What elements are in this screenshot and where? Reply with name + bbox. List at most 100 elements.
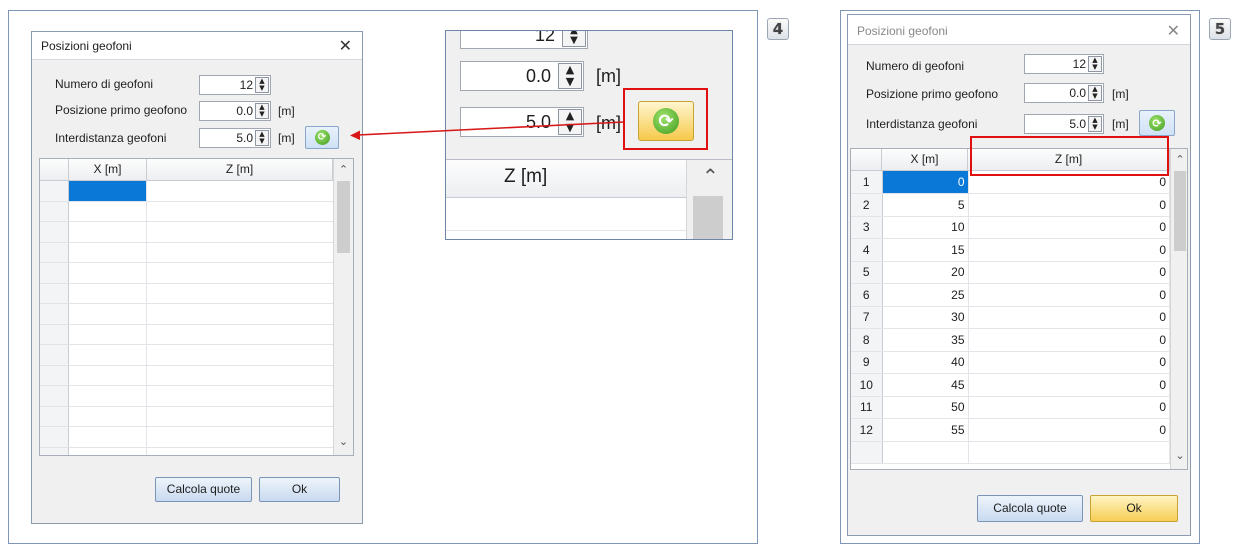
grid-cell-x[interactable]: [69, 365, 147, 385]
table-row[interactable]: [40, 304, 333, 325]
close-icon[interactable]: ✕: [1167, 21, 1180, 40]
grid-cell-x[interactable]: [69, 263, 147, 283]
grid-cell-x[interactable]: 20: [882, 261, 969, 284]
row-number[interactable]: 10: [851, 373, 883, 397]
grid-cell-z[interactable]: 0: [968, 283, 1170, 307]
geophone-grid[interactable]: X [m] Z [m] ⌃ ⌄: [39, 158, 354, 456]
row-header-cell[interactable]: [40, 201, 69, 221]
refresh-button[interactable]: ⟳: [305, 126, 339, 149]
grid-cell-x[interactable]: [69, 304, 147, 324]
grid-cell-x[interactable]: [69, 222, 147, 242]
table-row[interactable]: [40, 447, 333, 455]
grid-cell-x[interactable]: 25: [882, 283, 969, 307]
grid-cell-x[interactable]: 55: [882, 418, 969, 442]
table-row[interactable]: [40, 283, 333, 304]
calc-heights-button[interactable]: Calcola quote: [155, 477, 252, 502]
table-row[interactable]: [40, 181, 333, 202]
table-row[interactable]: [40, 201, 333, 222]
grid-header-z[interactable]: Z [m]: [147, 159, 333, 181]
grid-cell-x[interactable]: [69, 447, 147, 455]
vertical-scrollbar[interactable]: ⌃ ⌄: [333, 159, 353, 455]
first-position-spinner[interactable]: 0.0 ▲ ▼: [199, 101, 271, 121]
table-row[interactable]: [40, 406, 333, 427]
spinner-arrows-icon[interactable]: ▲ ▼: [1088, 56, 1102, 72]
grid-header-x[interactable]: X [m]: [882, 149, 968, 171]
spinner-arrows-icon[interactable]: ▲ ▼: [255, 103, 269, 119]
grid-cell-x[interactable]: [69, 181, 147, 201]
row-header-cell[interactable]: [40, 181, 69, 201]
grid-cell-x[interactable]: [69, 406, 147, 426]
grid-cell-z[interactable]: 0: [968, 216, 1170, 239]
table-row[interactable]: 9 40 0: [851, 351, 1170, 374]
table-row[interactable]: [40, 222, 333, 243]
grid-cell-x[interactable]: 15: [882, 238, 969, 262]
grid-cell-x[interactable]: [69, 242, 147, 262]
table-row[interactable]: 10 45 0: [851, 373, 1170, 397]
grid-cell-z[interactable]: 0: [968, 261, 1170, 284]
first-position-spinner[interactable]: 0.0 ▲ ▼: [1024, 83, 1104, 103]
spinner-arrows-icon[interactable]: ▲ ▼: [1088, 85, 1102, 101]
scroll-down-icon[interactable]: ⌄: [334, 435, 353, 453]
row-header-cell[interactable]: [40, 406, 69, 426]
table-row[interactable]: [851, 441, 1170, 464]
table-row[interactable]: [40, 324, 333, 345]
spacing-spinner[interactable]: 5.0 ▲ ▼: [199, 128, 271, 148]
grid-cell-x[interactable]: [69, 201, 147, 221]
grid-cell-z[interactable]: 0: [968, 396, 1170, 419]
row-header-cell[interactable]: [40, 345, 69, 365]
table-row[interactable]: 8 35 0: [851, 328, 1170, 352]
spinner-arrows-icon[interactable]: ▲ ▼: [255, 130, 269, 146]
grid-cell-x[interactable]: 45: [882, 373, 969, 397]
grid-cell-z[interactable]: 0: [968, 351, 1170, 374]
count-spinner[interactable]: 12 ▲ ▼: [199, 75, 271, 95]
refresh-button[interactable]: ⟳: [1139, 110, 1175, 136]
table-row[interactable]: [40, 345, 333, 366]
grid-cell-x[interactable]: [69, 345, 147, 365]
grid-cell-x[interactable]: [69, 324, 147, 344]
row-header-cell[interactable]: [40, 263, 69, 283]
row-header-cell[interactable]: [40, 283, 69, 303]
grid-cell-x[interactable]: [69, 283, 147, 303]
grid-cell-x[interactable]: 10: [882, 216, 969, 239]
grid-cell-x[interactable]: 40: [882, 351, 969, 374]
grid-cell-z[interactable]: 0: [968, 238, 1170, 262]
ok-button[interactable]: Ok: [259, 477, 340, 502]
row-header-cell[interactable]: [40, 427, 69, 447]
row-header-cell[interactable]: [40, 242, 69, 262]
grid-cell-z[interactable]: 0: [968, 328, 1170, 352]
row-header-cell[interactable]: [40, 365, 69, 385]
grid-cell-z[interactable]: 0: [968, 306, 1170, 329]
scroll-down-icon[interactable]: ⌄: [1171, 449, 1187, 467]
spinner-arrows-icon[interactable]: ▲ ▼: [1088, 116, 1102, 132]
row-number[interactable]: 8: [851, 328, 883, 352]
spinner-arrows-icon[interactable]: ▲ ▼: [255, 77, 269, 93]
table-row[interactable]: [40, 386, 333, 407]
scroll-up-icon[interactable]: ⌃: [1171, 153, 1187, 171]
table-row[interactable]: 4 15 0: [851, 238, 1170, 262]
row-number[interactable]: 3: [851, 216, 883, 239]
grid-header-x[interactable]: X [m]: [69, 159, 147, 181]
row-header-cell[interactable]: [40, 222, 69, 242]
grid-cell-x[interactable]: 0: [882, 171, 969, 194]
spacing-spinner[interactable]: 5.0 ▲ ▼: [1024, 114, 1104, 134]
table-row[interactable]: 5 20 0: [851, 261, 1170, 284]
table-row[interactable]: 7 30 0: [851, 306, 1170, 329]
row-header-cell[interactable]: [40, 304, 69, 324]
row-number[interactable]: 4: [851, 238, 883, 262]
row-number[interactable]: 5: [851, 261, 883, 284]
grid-cell-x[interactable]: 30: [882, 306, 969, 329]
grid-cell-z[interactable]: [968, 441, 1170, 464]
row-number[interactable]: 2: [851, 193, 883, 217]
grid-cell-x[interactable]: [69, 427, 147, 447]
scroll-up-icon[interactable]: ⌃: [334, 163, 353, 181]
table-row[interactable]: [40, 427, 333, 448]
row-header-cell[interactable]: [40, 324, 69, 344]
row-number[interactable]: 7: [851, 306, 883, 329]
grid-cell-z[interactable]: 0: [968, 373, 1170, 397]
table-row[interactable]: 12 55 0: [851, 418, 1170, 442]
row-number[interactable]: 6: [851, 283, 883, 307]
row-number[interactable]: 9: [851, 351, 883, 374]
grid-cell-z[interactable]: 0: [968, 418, 1170, 442]
row-header-cell[interactable]: [40, 386, 69, 406]
scrollbar-thumb[interactable]: [1174, 171, 1186, 251]
